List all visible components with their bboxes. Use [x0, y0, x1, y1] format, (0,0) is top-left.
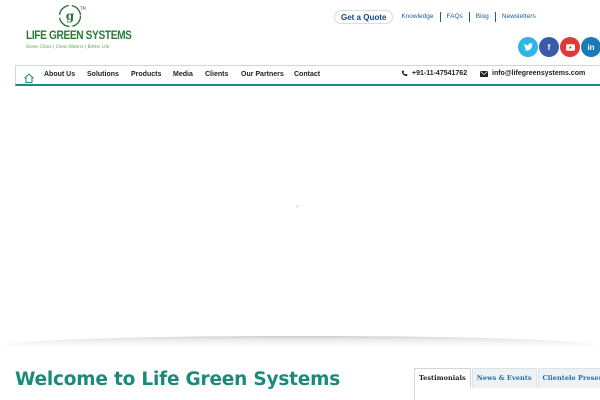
logo-letter: g [66, 9, 75, 23]
mail-icon [480, 70, 488, 77]
info-tabs: Testimonials News & Events Clientele Pre… [414, 368, 600, 388]
linkedin-icon[interactable]: in [581, 37, 600, 57]
nav-item-our-partners[interactable]: Our Partners [241, 71, 284, 78]
site-logo[interactable]: g TM LIFE GREEN SYSTEMS Green Cities | C… [26, 4, 132, 50]
nav-item-contact[interactable]: Contact [294, 71, 320, 78]
linkedin-glyph: in [587, 42, 595, 52]
youtube-icon[interactable] [560, 37, 580, 57]
nav-item-products[interactable]: Products [131, 71, 161, 78]
top-link-faqs[interactable]: FAQs [439, 12, 469, 22]
get-a-quote-button[interactable]: Get a Quote [334, 10, 394, 24]
hero-shadow [0, 336, 600, 346]
top-link-blog[interactable]: Blog [468, 12, 495, 22]
tab-testimonials[interactable]: Testimonials [414, 368, 471, 388]
nav-item-about-us[interactable]: About Us [44, 71, 75, 78]
welcome-title: Welcome to Life Green Systems [15, 369, 341, 390]
logo-tagline: Green Cities | Clean Waters | Better Lif… [26, 44, 110, 49]
twitter-icon[interactable] [518, 37, 538, 57]
home-icon[interactable] [23, 69, 35, 83]
logo-trademark: TM [80, 6, 86, 11]
nav-item-clients[interactable]: Clients [205, 71, 228, 78]
facebook-icon[interactable]: f [539, 37, 559, 57]
top-link-newsletters[interactable]: Newsletters [494, 12, 542, 22]
nav-phone[interactable]: +91-11-47541762 [401, 70, 467, 77]
phone-icon [401, 70, 408, 77]
top-link-knowledge[interactable]: Knowledge [395, 12, 439, 22]
phone-number: +91-11-47541762 [412, 70, 468, 77]
social-links: f in [518, 37, 600, 57]
nav-item-solutions[interactable]: Solutions [87, 71, 119, 78]
logo-name: LIFE GREEN SYSTEMS [26, 30, 132, 42]
page: g TM LIFE GREEN SYSTEMS Green Cities | C… [0, 0, 600, 400]
email-address: info@lifegreensystems.com [492, 70, 586, 77]
hero-slider [0, 87, 600, 337]
logo-mark-icon: g [58, 4, 82, 28]
facebook-glyph: f [547, 42, 551, 52]
nav-email[interactable]: info@lifegreensystems.com [480, 70, 585, 77]
loading-spinner-icon [296, 205, 299, 208]
main-nav: About Us Solutions Products Media Client… [15, 65, 600, 86]
top-links: Get a Quote Knowledge FAQs Blog Newslett… [334, 10, 542, 24]
nav-item-media[interactable]: Media [173, 71, 193, 78]
tab-clientele-presence[interactable]: Clientele Presence [537, 368, 600, 388]
tab-panel-border [414, 387, 415, 400]
tab-news-events[interactable]: News & Events [471, 368, 537, 388]
